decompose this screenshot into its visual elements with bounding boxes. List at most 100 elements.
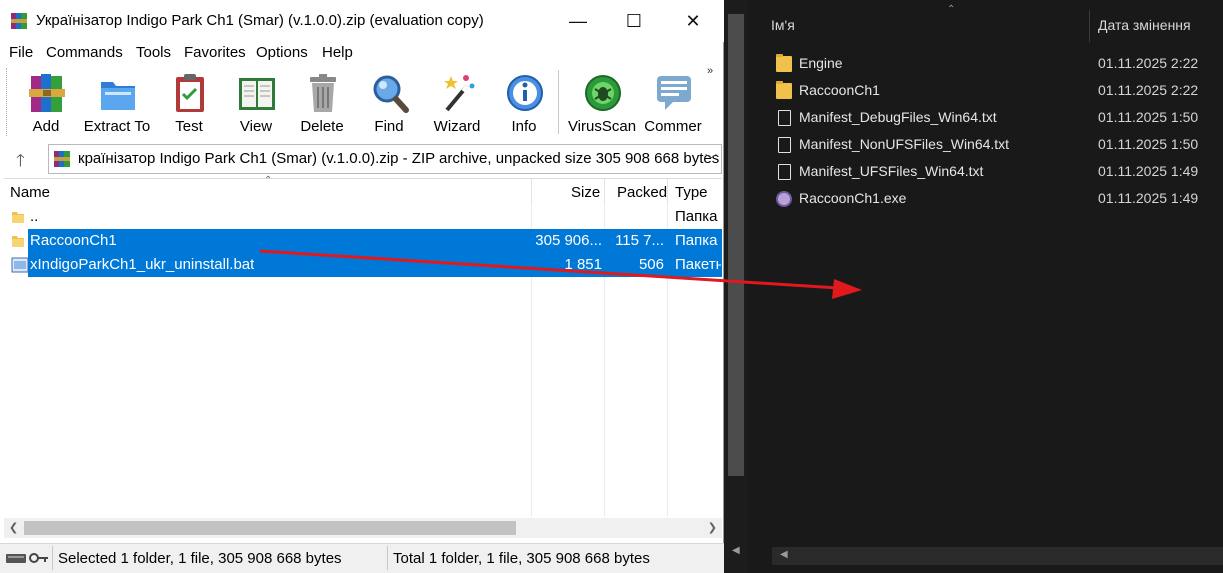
cell-size: 305 906... [535, 232, 602, 249]
chevron-down-icon[interactable]: ﹀ [705, 151, 717, 168]
minimize-button[interactable]: — [563, 8, 593, 34]
table-row[interactable]: RaccoonCh1 305 906... 115 7... Папка [4, 229, 722, 253]
trash-can-icon [304, 72, 342, 114]
file-list-header: ⌃ Name Size Packed Type [4, 175, 722, 205]
column-divider[interactable] [531, 179, 532, 205]
comment-icon [655, 72, 693, 114]
menu-favorites[interactable]: Favorites [184, 44, 246, 61]
file-date: 01.11.2025 2:22 [1098, 82, 1199, 98]
column-header-size[interactable]: Size [571, 184, 600, 201]
toolbar-overflow-chevron-icon[interactable]: » [707, 65, 713, 77]
archive-icon [54, 151, 70, 167]
menu-tools[interactable]: Tools [136, 44, 171, 61]
title-bar[interactable]: Українізатор Indigo Park Ch1 (Smar) (v.1… [0, 0, 724, 42]
column-header-name[interactable]: Ім'я [771, 17, 795, 33]
commer-button[interactable]: Commer [641, 70, 705, 138]
explorer-side-scrollbar[interactable]: ◀ [724, 0, 748, 573]
status-selected-text: Selected 1 folder, 1 file, 305 908 668 b… [58, 550, 342, 567]
list-item[interactable]: Manifest_NonUFSFiles_Win64.txt 01.11.2025… [748, 132, 1223, 159]
status-divider [387, 546, 388, 570]
scrollbar-track[interactable] [728, 14, 744, 476]
file-name: RaccoonCh1.exe [799, 190, 907, 206]
file-name: Manifest_NonUFSFiles_Win64.txt [799, 136, 1010, 152]
cell-type: Пакетн [675, 256, 721, 273]
delete-button[interactable]: Delete [290, 70, 354, 138]
file-name: RaccoonCh1 [799, 82, 880, 98]
file-name: Manifest_DebugFiles_Win64.txt [799, 109, 997, 125]
column-header-type[interactable]: Type [675, 184, 708, 201]
scroll-left-arrow-icon[interactable]: ❮ [9, 521, 18, 534]
file-date: 01.11.2025 1:50 [1098, 136, 1199, 152]
menu-bar: File Commands Tools Favorites Options Help [0, 42, 724, 64]
status-total-text: Total 1 folder, 1 file, 305 908 668 byte… [393, 550, 650, 567]
explorer-rows: Engine 01.11.2025 2:22 RaccoonCh1 01.11.202… [748, 51, 1223, 213]
explorer-horizontal-scrollbar[interactable]: ◀ [772, 547, 1223, 565]
wizard-button[interactable]: Wizard [425, 70, 489, 138]
menu-commands[interactable]: Commands [46, 44, 123, 61]
list-item[interactable]: Manifest_UFSFiles_Win64.txt 01.11.2025 1:… [748, 159, 1223, 186]
find-button[interactable]: Find [357, 70, 421, 138]
file-date: 01.11.2025 1:50 [1098, 109, 1199, 125]
virusscan-button[interactable]: VirusScan [568, 70, 636, 138]
folder-icon [776, 81, 792, 99]
table-row[interactable]: .. Папка [4, 205, 722, 229]
scroll-down-arrow-icon[interactable]: ◀ [732, 545, 740, 556]
cell-type: Папка [675, 208, 718, 225]
close-button[interactable]: ✕ [678, 8, 708, 34]
list-item[interactable]: RaccoonCh1 01.11.2025 2:22 [748, 78, 1223, 105]
add-button[interactable]: Add [14, 70, 78, 138]
cell-name: RaccoonCh1 [30, 232, 117, 249]
file-date: 01.11.2025 1:49 [1098, 163, 1199, 179]
column-divider[interactable] [604, 179, 605, 205]
scroll-right-arrow-icon[interactable]: ❯ [708, 521, 717, 534]
list-item[interactable]: RaccoonCh1.exe 01.11.2025 1:49 [748, 186, 1223, 213]
toolbar: » Add Extract To Test View Delete Find Wizard I… [0, 64, 724, 142]
table-row[interactable]: xIndigoParkCh1_ukr_uninstall.bat 1 851 506… [4, 253, 722, 277]
info-button[interactable]: Info [492, 70, 556, 138]
file-date: 01.11.2025 2:22 [1098, 55, 1199, 71]
horizontal-scrollbar[interactable]: ❮ ❯ [4, 518, 722, 538]
file-name: Manifest_UFSFiles_Win64.txt [799, 163, 984, 179]
list-item[interactable]: Engine 01.11.2025 2:22 [748, 51, 1223, 78]
test-button[interactable]: Test [157, 70, 221, 138]
magnifier-icon [371, 72, 409, 114]
scroll-left-arrow-icon[interactable]: ◀ [780, 549, 788, 560]
folder-icon [776, 54, 792, 72]
scrollbar-thumb[interactable] [24, 521, 516, 535]
archive-books-icon [28, 72, 66, 114]
exe-app-icon [776, 191, 792, 207]
bug-scan-icon [584, 72, 622, 114]
list-item[interactable]: Manifest_DebugFiles_Win64.txt 01.11.2025 … [748, 105, 1223, 132]
text-file-icon [778, 110, 791, 126]
text-file-icon [778, 164, 791, 180]
folder-icon [11, 233, 25, 249]
cell-size: 1 851 [564, 256, 602, 273]
cell-name: xIndigoParkCh1_ukr_uninstall.bat [30, 256, 255, 273]
explorer-column-header: ⌃ Ім'я Дата змінення [748, 0, 1223, 48]
column-divider[interactable] [1089, 10, 1090, 42]
address-bar: 🡑 країнізатор Indigo Park Ch1 (Smar) (v.… [0, 142, 724, 176]
column-divider[interactable] [667, 179, 668, 205]
column-header-name[interactable]: Name [10, 184, 50, 201]
menu-file[interactable]: File [9, 44, 33, 61]
info-icon [506, 72, 544, 114]
drive-key-icon [6, 553, 48, 563]
column-header-packed[interactable]: Packed [617, 184, 667, 201]
status-divider [52, 546, 53, 570]
cell-packed: 506 [638, 256, 664, 273]
file-explorer-window: ◀ ⌃ Ім'я Дата змінення Engine 01.11.2025 … [724, 0, 1223, 573]
up-folder-arrow-icon[interactable]: 🡑 [16, 148, 25, 177]
archive-path-text: країнізатор Indigo Park Ch1 (Smar) (v.1.… [78, 150, 720, 167]
column-header-date[interactable]: Дата змінення [1098, 17, 1191, 33]
view-button[interactable]: View [224, 70, 288, 138]
toolbar-button-label: Commer [644, 118, 702, 135]
maximize-button[interactable]: ☐ [619, 8, 649, 34]
batch-file-icon [11, 257, 29, 273]
toolbar-button-label: Info [511, 118, 537, 135]
folder-icon [11, 209, 25, 225]
archive-file-list: ⌃ Name Size Packed Type .. Папка RaccoonCh… [4, 175, 722, 518]
archive-path-dropdown[interactable]: країнізатор Indigo Park Ch1 (Smar) (v.1.… [48, 144, 722, 174]
menu-help[interactable]: Help [322, 44, 353, 61]
menu-options[interactable]: Options [256, 44, 308, 61]
extract-to-button[interactable]: Extract To [84, 70, 150, 138]
